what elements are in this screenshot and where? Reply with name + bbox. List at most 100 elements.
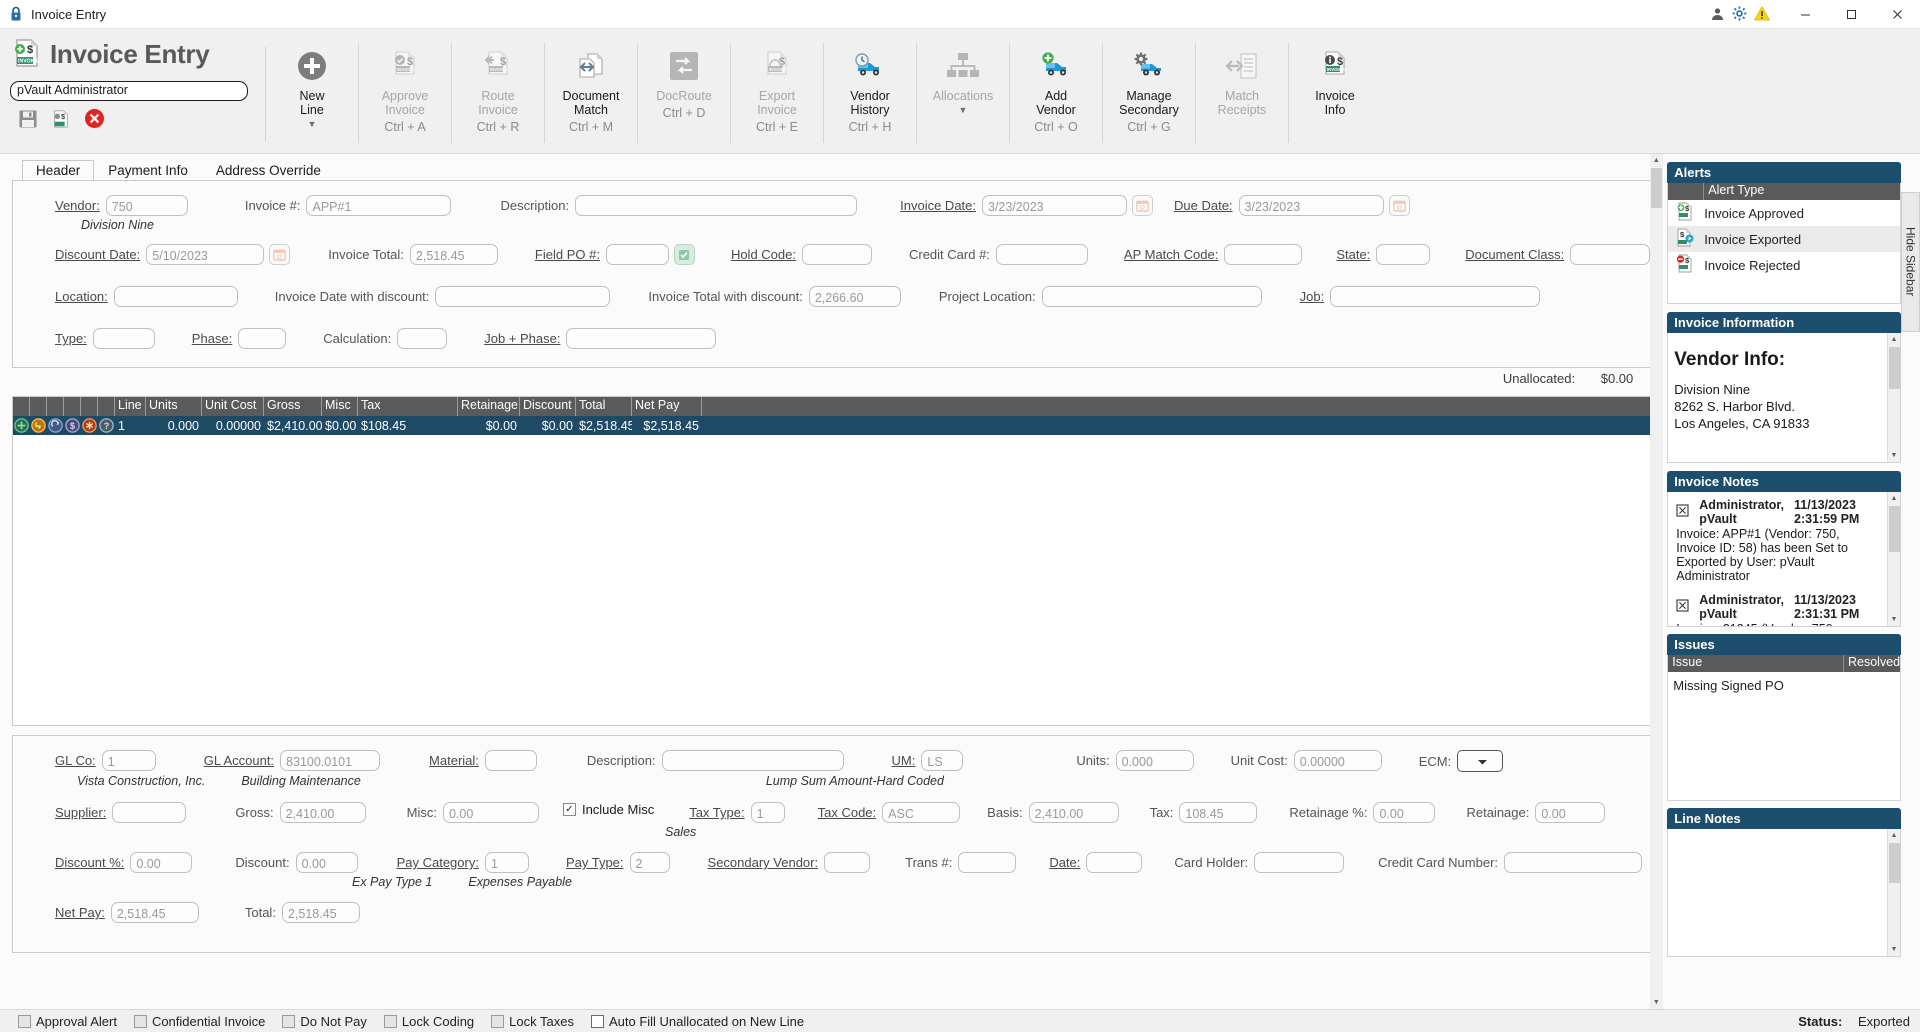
misc-input[interactable]: 0.00 bbox=[442, 802, 539, 823]
detail-description-input[interactable] bbox=[661, 750, 844, 771]
scroll-down-icon[interactable]: ▼ bbox=[1650, 996, 1662, 1009]
chevron-down-icon[interactable]: ▼ bbox=[959, 105, 968, 115]
gl-co-input[interactable]: 1 bbox=[101, 750, 156, 771]
issue-row[interactable]: Missing Signed PO bbox=[1668, 672, 1900, 693]
delete-icon[interactable] bbox=[84, 108, 105, 132]
grid-column-header[interactable]: Tax bbox=[358, 397, 458, 416]
calendar-icon[interactable]: 12 bbox=[1388, 195, 1410, 216]
main-vertical-scrollbar[interactable]: ▲ ▼ bbox=[1650, 154, 1664, 1009]
retainage-pct-input[interactable]: 0.00 bbox=[1373, 802, 1436, 823]
pay-type-input[interactable]: 2 bbox=[629, 852, 670, 873]
state-input[interactable] bbox=[1376, 244, 1431, 265]
ribbon-item-manage-secondary[interactable]: Manage Secondary Ctrl + G bbox=[1103, 29, 1195, 153]
secondary-vendor-input[interactable] bbox=[824, 852, 871, 873]
ribbon-item-document-match[interactable]: Document Match Ctrl + M bbox=[545, 29, 637, 153]
dollar-circle-icon[interactable]: $ bbox=[64, 418, 81, 433]
ribbon-item-vendor-history[interactable]: Vendor History Ctrl + H bbox=[824, 29, 916, 153]
gear-icon[interactable] bbox=[1732, 6, 1747, 24]
alert-row[interactable]: $ Invoice Exported bbox=[1668, 226, 1900, 252]
credit-card-input[interactable] bbox=[995, 244, 1088, 265]
gl-account-input[interactable]: 83100.0101 bbox=[280, 750, 381, 771]
question-circle-icon[interactable]: ? bbox=[98, 418, 115, 433]
user-field[interactable]: pVault Administrator bbox=[10, 81, 248, 101]
material-input[interactable] bbox=[484, 750, 537, 771]
pay-category-input[interactable]: 1 bbox=[484, 852, 529, 873]
invoice-number-input[interactable]: APP#1 bbox=[306, 195, 452, 216]
grid-column-header[interactable] bbox=[47, 397, 64, 416]
calendar-icon[interactable]: 12 bbox=[269, 244, 291, 265]
tax-input[interactable]: 108.45 bbox=[1179, 802, 1258, 823]
checkbox-box[interactable] bbox=[282, 1014, 296, 1028]
note-item[interactable]: Administrator, pVault 11/13/2023 2:31:31 … bbox=[1668, 587, 1886, 626]
retainage-input[interactable]: 0.00 bbox=[1535, 802, 1606, 823]
grid-column-header[interactable]: Units bbox=[146, 397, 202, 416]
checkbox-confidential-invoice[interactable]: Confidential Invoice bbox=[133, 1014, 265, 1029]
credit-card-number-input[interactable] bbox=[1504, 852, 1643, 873]
include-misc-checkbox[interactable]: ✓ bbox=[562, 803, 576, 816]
invoice-total-input[interactable]: 2,518.45 bbox=[409, 244, 498, 265]
project-location-input[interactable] bbox=[1041, 286, 1262, 307]
vendor-input[interactable]: 750 bbox=[105, 195, 188, 216]
grid-column-header[interactable] bbox=[64, 397, 81, 416]
grid-column-header[interactable]: Total bbox=[576, 397, 632, 416]
checkbox-box[interactable] bbox=[18, 1014, 31, 1028]
grid-column-header[interactable]: Line bbox=[115, 397, 146, 416]
tab-header[interactable]: Header bbox=[22, 160, 95, 180]
discount-date-input[interactable]: 5/10/2023 bbox=[146, 244, 265, 265]
note-item[interactable]: Administrator, pVault 11/13/2023 2:31:59 … bbox=[1668, 492, 1886, 587]
tab-address-override[interactable]: Address Override bbox=[202, 160, 335, 180]
add-circle-icon[interactable] bbox=[13, 418, 30, 433]
scroll-up-icon[interactable]: ▲ bbox=[1888, 829, 1900, 842]
close-button[interactable] bbox=[1874, 0, 1920, 29]
alert-row[interactable]: $ Invoice Rejected bbox=[1668, 252, 1900, 278]
line-notes-scrollbar[interactable]: ▲ ▼ bbox=[1887, 829, 1900, 956]
trans-no-input[interactable] bbox=[958, 852, 1017, 873]
maximize-button[interactable] bbox=[1828, 0, 1874, 29]
discount-input[interactable]: 0.00 bbox=[295, 852, 358, 873]
discount-pct-input[interactable]: 0.00 bbox=[130, 852, 193, 873]
scroll-down-icon[interactable]: ▼ bbox=[1888, 613, 1900, 626]
description-input[interactable] bbox=[575, 195, 858, 216]
save-icon[interactable] bbox=[18, 109, 38, 132]
refresh-circle-icon[interactable] bbox=[47, 418, 64, 433]
checkbox-box[interactable] bbox=[590, 1014, 604, 1028]
gross-input[interactable]: 2,410.00 bbox=[279, 802, 366, 823]
field-po-input[interactable] bbox=[605, 244, 669, 265]
checkbox-do-not-pay[interactable]: Do Not Pay bbox=[282, 1014, 367, 1029]
ribbon-item-add-vendor[interactable]: Add Vendor Ctrl + O bbox=[1010, 29, 1102, 153]
invoice-information-scrollbar[interactable]: ▲ ▼ bbox=[1887, 333, 1900, 462]
location-input[interactable] bbox=[113, 286, 238, 307]
minimize-button[interactable] bbox=[1782, 0, 1828, 29]
notes-scroll-thumb[interactable] bbox=[1889, 506, 1900, 552]
supplier-input[interactable] bbox=[112, 802, 187, 823]
arrow-circle-icon[interactable] bbox=[30, 418, 47, 433]
checkbox-approval-alert[interactable]: Approval Alert bbox=[18, 1014, 117, 1029]
detail-units-input[interactable]: 0.000 bbox=[1115, 750, 1194, 771]
calendar-icon[interactable]: 12 bbox=[1132, 195, 1153, 216]
grid-column-header[interactable]: Retainage bbox=[458, 397, 520, 416]
ecm-dropdown[interactable] bbox=[1457, 750, 1504, 772]
total-input[interactable]: 2,518.45 bbox=[281, 902, 360, 923]
invoice-icon[interactable]: $ bbox=[51, 109, 71, 132]
table-row[interactable]: $? 1 0.000 0.00000 $2,410.00 $0.00 $108.45 $0.0… bbox=[13, 416, 1651, 435]
grid-column-header[interactable]: Misc bbox=[322, 397, 358, 416]
grid-column-header[interactable] bbox=[13, 397, 30, 416]
chevron-down-icon[interactable]: ▼ bbox=[308, 119, 317, 129]
grid-column-header[interactable] bbox=[30, 397, 47, 416]
grid-column-header[interactable]: Discount bbox=[520, 397, 576, 416]
date-input[interactable] bbox=[1086, 852, 1143, 873]
basis-input[interactable]: 2,410.00 bbox=[1028, 802, 1119, 823]
scroll-up-icon[interactable]: ▲ bbox=[1888, 492, 1900, 505]
scroll-up-icon[interactable]: ▲ bbox=[1650, 154, 1662, 167]
line-notes-scroll-thumb[interactable] bbox=[1889, 843, 1900, 883]
tax-code-input[interactable]: ASC bbox=[882, 802, 961, 823]
info-scroll-thumb[interactable] bbox=[1889, 347, 1900, 389]
scroll-down-icon[interactable]: ▼ bbox=[1888, 943, 1900, 956]
grid-column-header[interactable]: Gross bbox=[264, 397, 322, 416]
calculation-input[interactable] bbox=[397, 328, 448, 349]
document-class-input[interactable] bbox=[1570, 244, 1651, 265]
detail-unit-cost-input[interactable]: 0.00000 bbox=[1293, 750, 1382, 771]
ribbon-item-invoice-info[interactable]: $ INVOICE Invoice Info bbox=[1289, 29, 1381, 153]
main-scroll-thumb[interactable] bbox=[1651, 168, 1663, 208]
checkbox-box[interactable] bbox=[133, 1014, 147, 1028]
